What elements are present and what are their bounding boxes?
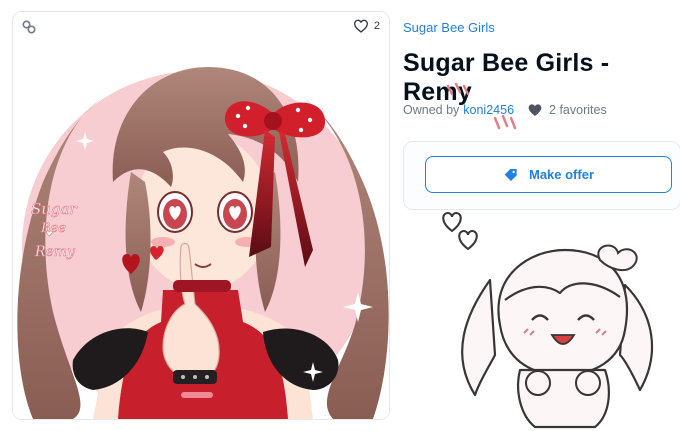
card-header: 2: [13, 12, 389, 42]
favorites-count-text: 2 favorites: [549, 103, 607, 117]
price-tag-icon: [504, 168, 517, 181]
chain-link-icon[interactable]: [21, 19, 37, 35]
favorites-summary[interactable]: 2 favorites: [527, 102, 607, 118]
signature-line-1: Sugar: [31, 200, 77, 218]
nft-card: 2 Sugar Bee Remy: [12, 11, 390, 420]
make-offer-button[interactable]: Make offer: [425, 156, 672, 193]
signature-line-3: Remy: [34, 244, 76, 260]
card-favorite-count: 2: [373, 20, 380, 32]
offer-panel: Make offer: [403, 141, 680, 210]
collection-link[interactable]: Sugar Bee Girls: [403, 20, 495, 35]
heart-outline-icon: [353, 19, 368, 33]
card-favorite-button[interactable]: 2: [353, 18, 380, 34]
make-offer-label: Make offer: [528, 167, 595, 182]
chibi-sticker-overlay: [442, 211, 654, 429]
signature-line-2: Bee: [40, 221, 66, 236]
nft-artwork[interactable]: Sugar Bee Remy: [13, 42, 389, 419]
doodle-marks: [446, 82, 517, 130]
